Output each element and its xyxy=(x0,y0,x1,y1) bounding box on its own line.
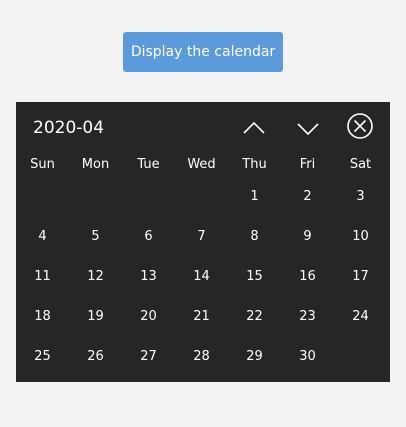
day-cell[interactable]: 4 xyxy=(16,226,69,266)
weekday-header-row: Sun Mon Tue Wed Thu Fri Sat xyxy=(16,154,390,176)
weekday-label: Mon xyxy=(81,157,110,172)
day-cell[interactable]: 19 xyxy=(69,306,122,346)
day-cell[interactable]: 24 xyxy=(334,306,387,346)
day-cell[interactable]: 21 xyxy=(175,306,228,346)
day-cell[interactable]: 16 xyxy=(281,266,334,306)
day-cell[interactable]: 22 xyxy=(228,306,281,346)
previous-month-button[interactable] xyxy=(240,114,268,142)
day-cell[interactable]: 20 xyxy=(122,306,175,346)
day-cell[interactable]: 13 xyxy=(122,266,175,306)
day-cell[interactable]: 18 xyxy=(16,306,69,346)
calendar-month-title: 2020-04 xyxy=(33,118,105,138)
weekday-label: Fri xyxy=(299,157,316,172)
weekday-label: Tue xyxy=(137,157,160,172)
weekday-label: Sat xyxy=(349,157,372,172)
day-cell[interactable]: 7 xyxy=(175,226,228,266)
day-cell[interactable]: 25 xyxy=(16,346,69,386)
empty-day-cell xyxy=(122,186,175,226)
day-cell[interactable]: 11 xyxy=(16,266,69,306)
day-cell[interactable]: 6 xyxy=(122,226,175,266)
day-cell[interactable]: 10 xyxy=(334,226,387,266)
day-cell[interactable]: 27 xyxy=(122,346,175,386)
day-cell[interactable]: 28 xyxy=(175,346,228,386)
day-cell[interactable]: 15 xyxy=(228,266,281,306)
next-month-button[interactable] xyxy=(294,114,322,142)
calendar-panel: 2020-04 Sun Mon Tue Wed Thu Fri Sat 1 2 … xyxy=(16,102,390,382)
chevron-down-icon xyxy=(294,114,322,142)
weekday-label: Thu xyxy=(242,157,267,172)
day-cell[interactable]: 29 xyxy=(228,346,281,386)
day-cell[interactable]: 8 xyxy=(228,226,281,266)
chevron-up-icon xyxy=(240,114,268,142)
empty-day-cell xyxy=(16,186,69,226)
weekday-label: Wed xyxy=(187,157,216,172)
close-circle-icon xyxy=(346,112,374,140)
day-cell[interactable]: 5 xyxy=(69,226,122,266)
day-cell[interactable]: 1 xyxy=(228,186,281,226)
close-calendar-button[interactable] xyxy=(346,112,374,140)
day-cell[interactable]: 12 xyxy=(69,266,122,306)
day-cell[interactable]: 17 xyxy=(334,266,387,306)
display-calendar-button[interactable]: Display the calendar xyxy=(123,32,283,72)
day-grid: 1 2 3 4 5 6 7 8 9 10 11 12 13 14 15 16 17 18 19 20 21 22 23 24 2… xyxy=(16,186,390,386)
day-cell[interactable]: 30 xyxy=(281,346,334,386)
empty-day-cell xyxy=(175,186,228,226)
day-cell[interactable]: 9 xyxy=(281,226,334,266)
day-cell[interactable]: 2 xyxy=(281,186,334,226)
day-cell[interactable]: 26 xyxy=(69,346,122,386)
day-cell[interactable]: 14 xyxy=(175,266,228,306)
empty-day-cell xyxy=(69,186,122,226)
day-cell[interactable]: 3 xyxy=(334,186,387,226)
day-cell[interactable]: 23 xyxy=(281,306,334,346)
weekday-label: Sun xyxy=(30,157,55,172)
